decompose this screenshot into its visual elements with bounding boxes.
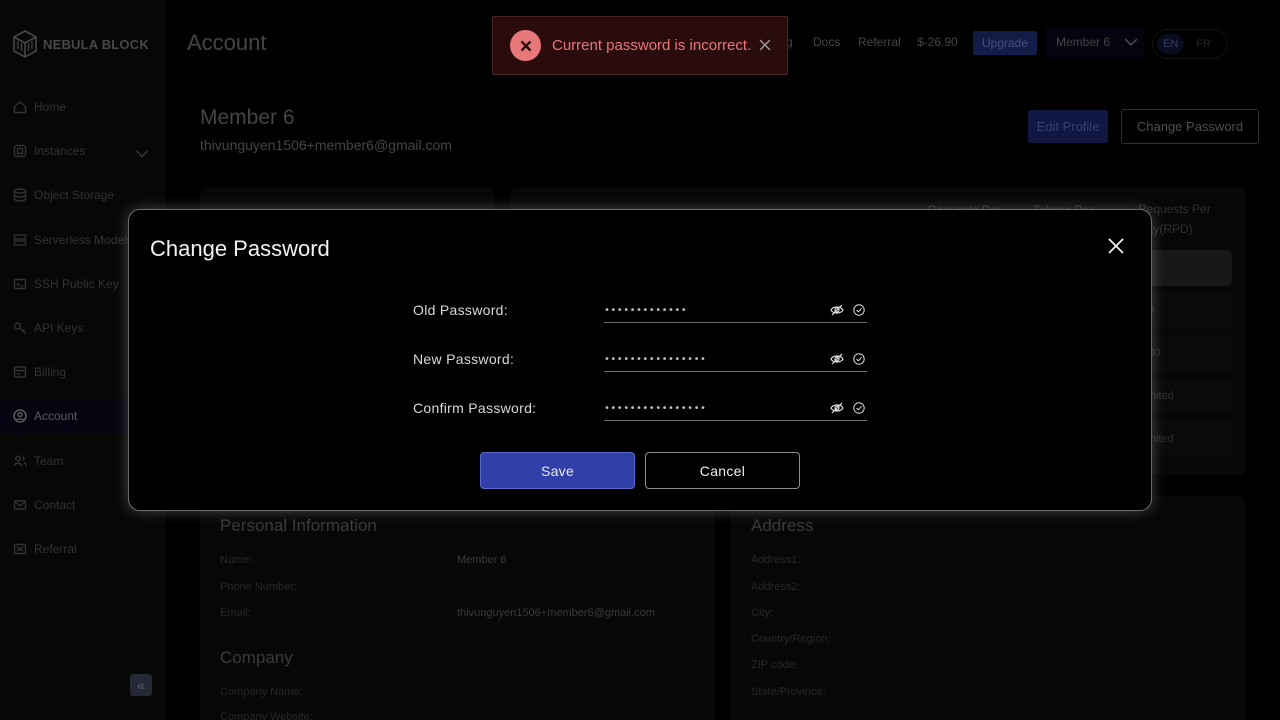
new-password-input[interactable] <box>604 348 819 370</box>
dialog-title: Change Password <box>150 236 330 261</box>
check-circle-icon <box>853 304 865 316</box>
error-icon <box>510 30 541 61</box>
check-circle-icon <box>853 353 865 365</box>
new-password-field <box>604 348 867 372</box>
old-password-input[interactable] <box>604 299 819 321</box>
change-password-dialog: Change Password Old Password: New Passwo… <box>128 209 1152 511</box>
cancel-button[interactable]: Cancel <box>645 452 800 489</box>
check-circle-icon <box>853 402 865 414</box>
confirm-password-field <box>604 397 867 421</box>
x-mark-icon <box>520 40 531 51</box>
save-button[interactable]: Save <box>480 452 635 489</box>
close-icon[interactable] <box>1106 236 1126 256</box>
old-password-field <box>604 299 867 323</box>
eye-slash-icon[interactable] <box>830 402 844 414</box>
old-password-label: Old Password: <box>413 302 508 318</box>
new-password-label: New Password: <box>413 351 515 367</box>
eye-slash-icon[interactable] <box>830 304 844 316</box>
confirm-password-input[interactable] <box>604 397 819 419</box>
confirm-password-label: Confirm Password: <box>413 400 537 416</box>
error-toast: Current password is incorrect. <box>492 16 788 75</box>
eye-slash-icon[interactable] <box>830 353 844 365</box>
toast-message: Current password is incorrect. <box>552 37 752 54</box>
close-icon[interactable] <box>759 39 771 51</box>
